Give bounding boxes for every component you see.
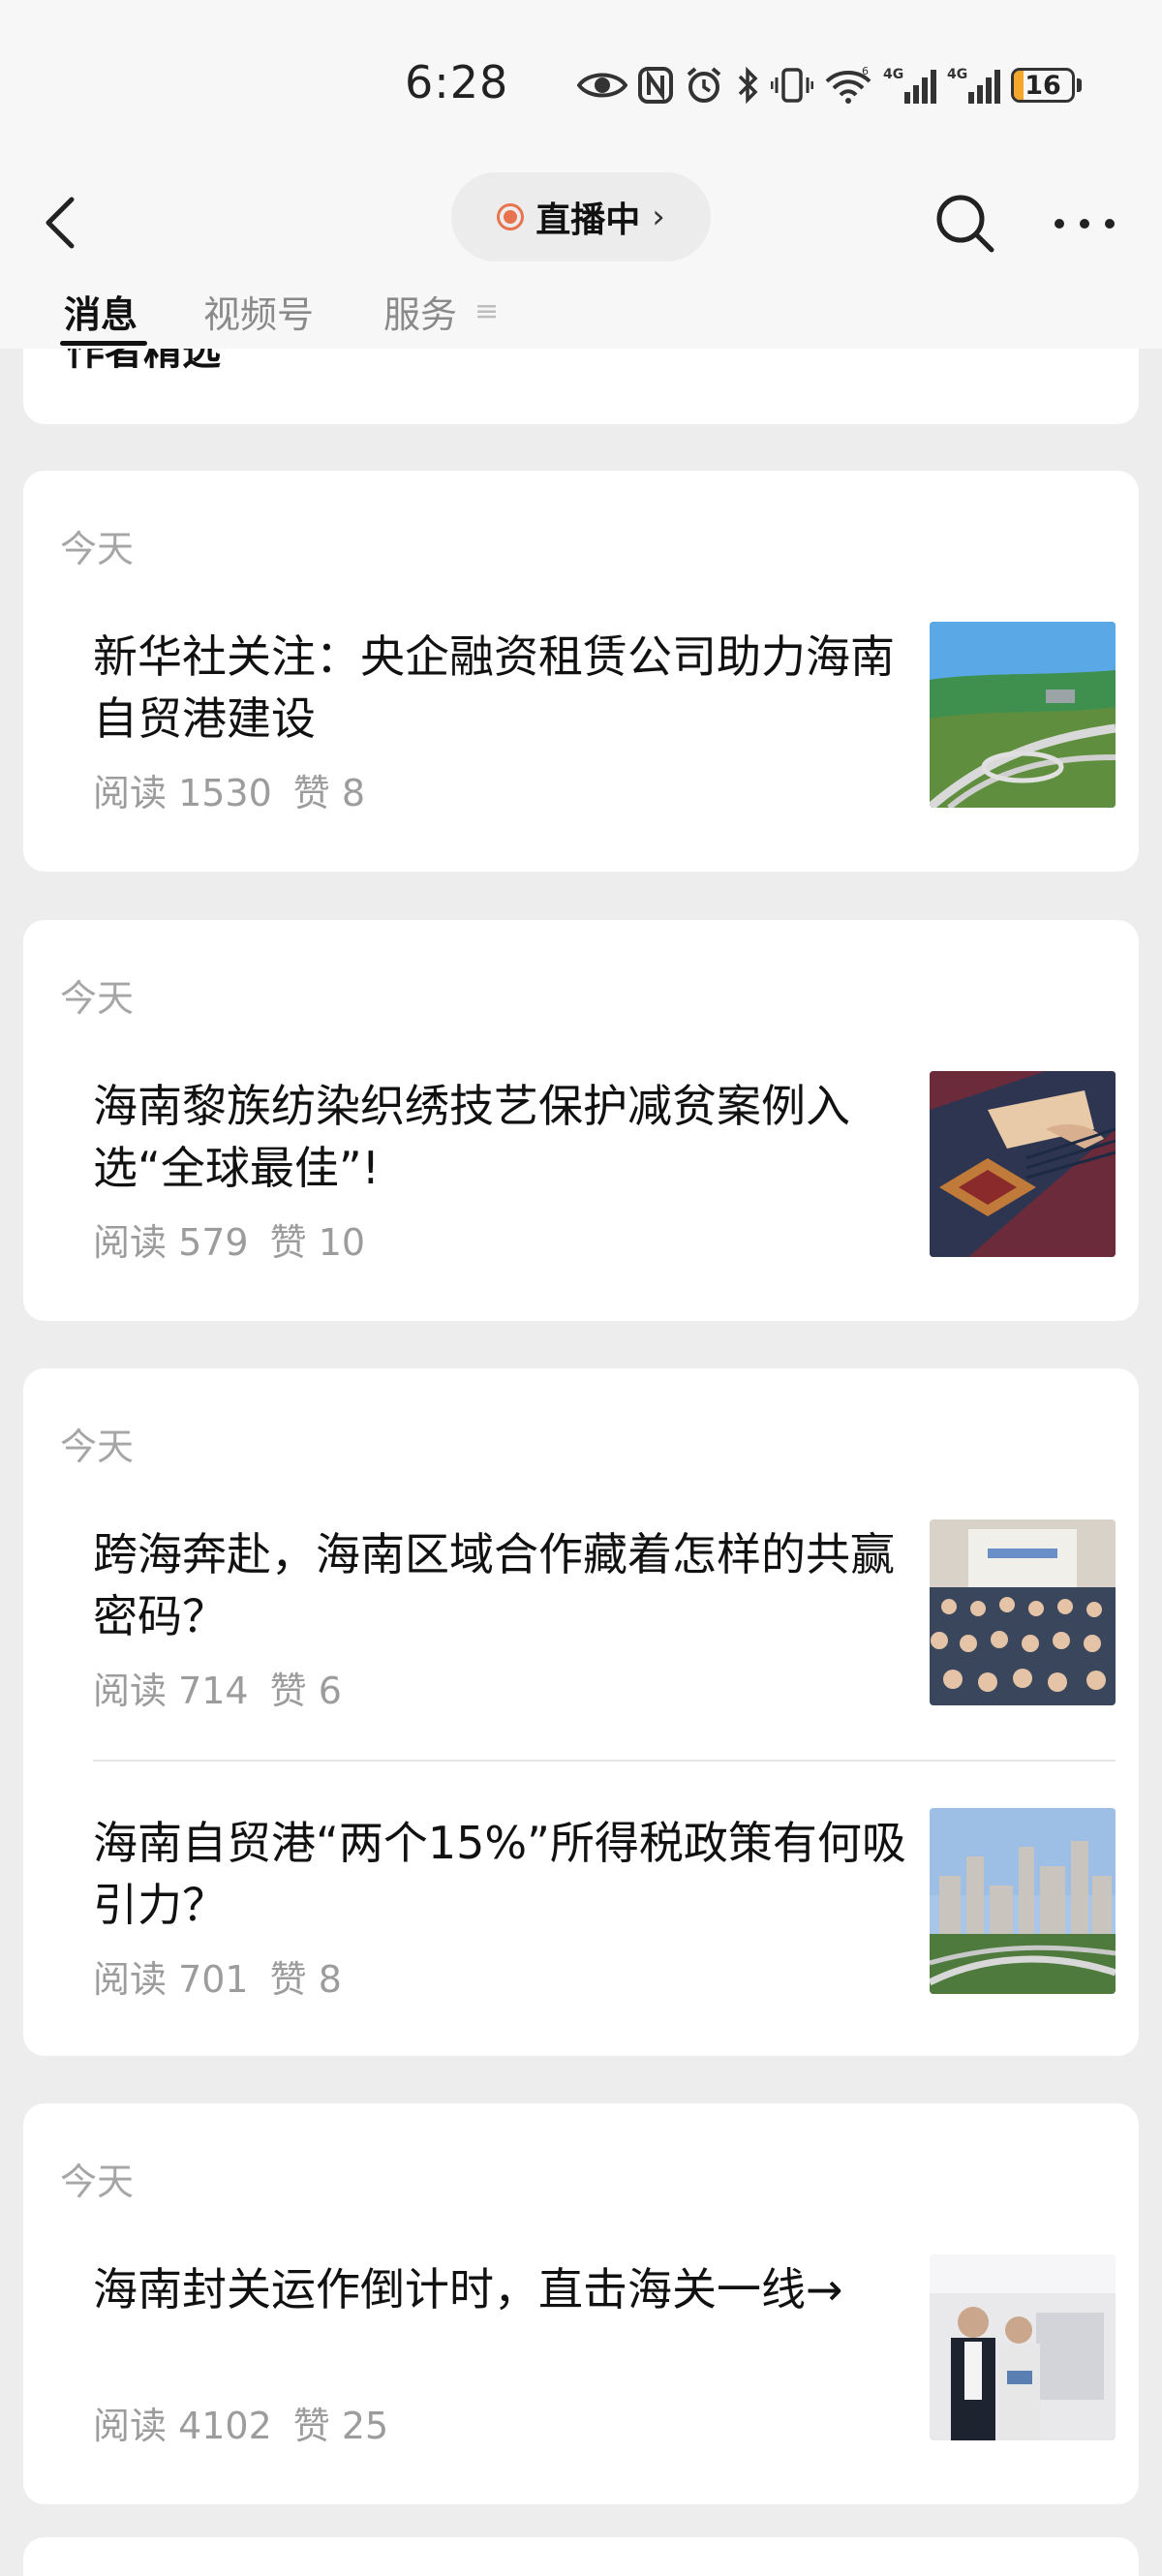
- more-options-icon[interactable]: [1046, 199, 1123, 248]
- read-count: 阅读 701: [93, 1958, 249, 2001]
- active-tab-indicator: [60, 341, 147, 346]
- tab-messages[interactable]: 消息: [64, 285, 138, 338]
- battery-icon: 16: [1011, 68, 1082, 103]
- article-item[interactable]: 海南自贸港“两个15%”所得税政策有何吸引力？ 阅读 701 赞 8: [70, 1808, 1116, 2001]
- svg-text:4G: 4G: [883, 67, 903, 82]
- status-time: 6:28: [405, 56, 509, 108]
- alarm-icon: [687, 67, 721, 103]
- live-status-button[interactable]: 直播中 ›: [451, 172, 711, 261]
- status-icons: 6 4G 4G 16: [577, 60, 1082, 110]
- article-stats: 阅读 4102 赞 25: [93, 2396, 410, 2449]
- article-card: 今天 跨海奔赴，海南区域合作藏着怎样的共赢密码？ 阅读 714 赞 6 海南自贸港…: [23, 1368, 1139, 2056]
- like-count: 赞 25: [292, 2405, 389, 2447]
- article-item[interactable]: 新华社关注：央企融资租赁公司助力海南自贸港建设 阅读 1530 赞 8: [70, 622, 1116, 814]
- card-date: 今天: [60, 1426, 135, 1468]
- article-card: 今天 海南封关运作倒计时，直击海关一线→ 阅读 4102 赞 25: [23, 2103, 1139, 2504]
- bluetooth-icon: [738, 66, 758, 105]
- signal-4g-icon-2: 4G: [947, 67, 1000, 104]
- read-count: 阅读 1530: [93, 772, 272, 814]
- nfc-icon: [638, 67, 673, 104]
- read-count: 阅读 579: [93, 1221, 249, 1264]
- article-item[interactable]: 跨海奔赴，海南区域合作藏着怎样的共赢密码？ 阅读 714 赞 6: [70, 1519, 1116, 1712]
- search-icon[interactable]: [932, 190, 999, 258]
- tab-services[interactable]: 服务: [383, 285, 457, 338]
- live-dot-icon: [497, 203, 525, 230]
- tab-bar: 消息 视频号 服务 ≡: [0, 281, 1162, 349]
- article-stats: 阅读 714 赞 6: [93, 1661, 363, 1714]
- back-arrow-icon[interactable]: [35, 194, 93, 252]
- signal-4g-icon: 4G: [883, 67, 936, 104]
- article-card: 今天 新华社关注：央企融资租赁公司助力海南自贸港建设 阅读 1530 赞 8: [23, 471, 1139, 872]
- like-count: 赞 10: [269, 1221, 366, 1264]
- article-title: 新华社关注：央企融资租赁公司助力海南自贸港建设: [93, 630, 895, 745]
- wifi-icon: 6: [825, 66, 872, 104]
- svg-text:4G: 4G: [947, 67, 967, 82]
- article-stats: 阅读 1530 赞 8: [93, 763, 386, 816]
- card-date: 今天: [60, 2161, 135, 2203]
- like-count: 赞 6: [269, 1670, 342, 1712]
- read-count: 阅读 4102: [93, 2405, 272, 2447]
- chevron-right-icon: ›: [652, 198, 665, 236]
- article-item[interactable]: 海南黎族纺染织绣技艺保护减贫案例入选“全球最佳”! 阅读 579 赞 10: [70, 1071, 1116, 1264]
- tab-channels[interactable]: 视频号: [203, 285, 314, 338]
- live-label: 直播中: [535, 200, 641, 240]
- article-title: 海南自贸港“两个15%”所得税政策有何吸引力？: [93, 1817, 906, 1931]
- battery-level: 16: [1024, 70, 1061, 101]
- like-count: 赞 8: [269, 1958, 342, 2001]
- vibrate-icon: [771, 68, 813, 103]
- menu-icon[interactable]: ≡: [474, 294, 499, 328]
- card-date: 今天: [60, 977, 135, 1020]
- svg-text:6: 6: [862, 66, 869, 77]
- article-title: 海南黎族纺染织绣技艺保护减贫案例入选“全球最佳”!: [93, 1080, 850, 1194]
- status-bar: 6:28 6 4G 4G 16: [0, 0, 1162, 165]
- eye-icon: [577, 73, 627, 98]
- article-item[interactable]: 海南封关运作倒计时，直击海关一线→ 阅读 4102 赞 25: [70, 2254, 1116, 2447]
- article-stats: 阅读 579 赞 10: [93, 1212, 386, 1266]
- article-divider: [93, 1760, 1116, 1762]
- article-thumbnail: [930, 1519, 1116, 1705]
- article-card: 今天 海南黎族纺染织绣技艺保护减贫案例入选“全球最佳”! 阅读 579 赞 10: [23, 920, 1139, 1321]
- like-count: 赞 8: [292, 772, 366, 814]
- article-thumbnail: [930, 2254, 1116, 2440]
- article-title: 海南封关运作倒计时，直击海关一线→: [93, 2263, 843, 2315]
- next-card-partial: [23, 2537, 1139, 2576]
- top-nav-bar: 直播中 ›: [0, 165, 1162, 281]
- article-thumbnail: [930, 1808, 1116, 1994]
- article-stats: 阅读 701 赞 8: [93, 1949, 363, 2003]
- article-title: 跨海奔赴，海南区域合作藏着怎样的共赢密码？: [93, 1528, 895, 1642]
- card-date: 今天: [60, 528, 135, 570]
- read-count: 阅读 714: [93, 1670, 249, 1712]
- article-thumbnail: [930, 1071, 1116, 1257]
- article-thumbnail: [930, 622, 1116, 808]
